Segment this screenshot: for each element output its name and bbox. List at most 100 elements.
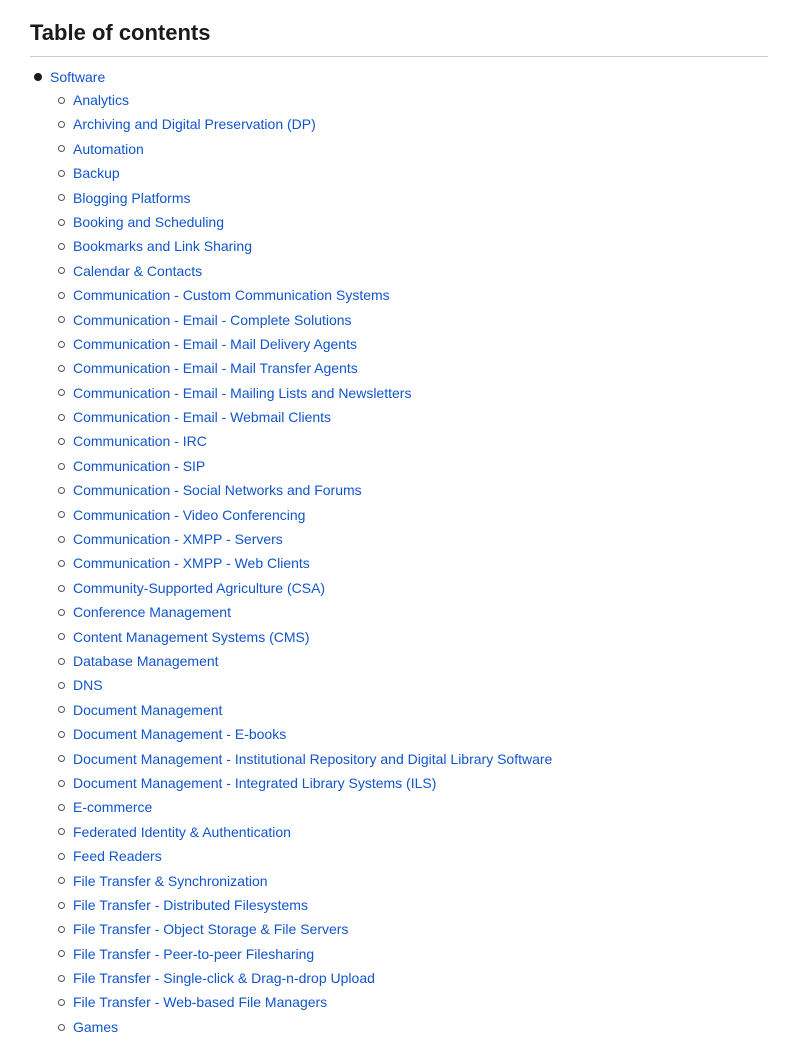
sub-item-link[interactable]: Community-Supported Agriculture (CSA) — [73, 577, 325, 599]
sub-item-link[interactable]: Blogging Platforms — [73, 187, 191, 209]
sub-item-link[interactable]: Calendar & Contacts — [73, 260, 202, 282]
sub-item-link[interactable]: Communication - Custom Communication Sys… — [73, 284, 390, 306]
list-item: File Transfer - Object Storage & File Se… — [58, 918, 768, 940]
sub-item-link[interactable]: Communication - SIP — [73, 455, 205, 477]
page-title: Table of contents — [30, 20, 768, 57]
list-item: Communication - SIP — [58, 455, 768, 477]
bullet-hollow-icon — [58, 609, 65, 616]
list-item: Database Management — [58, 650, 768, 672]
list-item: Communication - Email - Webmail Clients — [58, 406, 768, 428]
bullet-hollow-icon — [58, 463, 65, 470]
bullet-hollow-icon — [58, 511, 65, 518]
bullet-hollow-icon — [58, 97, 65, 104]
bullet-hollow-icon — [58, 828, 65, 835]
sub-item-link[interactable]: Document Management - Institutional Repo… — [73, 748, 552, 770]
sub-item-link[interactable]: E-commerce — [73, 796, 152, 818]
sub-item-link[interactable]: Archiving and Digital Preservation (DP) — [73, 113, 316, 135]
bullet-hollow-icon — [58, 731, 65, 738]
top-level-item: Software AnalyticsArchiving and Digital P… — [30, 69, 768, 1038]
sub-item-link[interactable]: Communication - Email - Complete Solutio… — [73, 309, 352, 331]
bullet-hollow-icon — [58, 755, 65, 762]
sub-item-link[interactable]: File Transfer - Peer-to-peer Filesharing — [73, 943, 314, 965]
list-item: Communication - IRC — [58, 430, 768, 452]
list-item: File Transfer - Web-based File Managers — [58, 991, 768, 1013]
list-item: Document Management - E-books — [58, 723, 768, 745]
sub-item-link[interactable]: Communication - Email - Webmail Clients — [73, 406, 331, 428]
list-item: Archiving and Digital Preservation (DP) — [58, 113, 768, 135]
list-item: Conference Management — [58, 601, 768, 623]
list-item: Communication - Email - Complete Solutio… — [58, 309, 768, 331]
bullet-hollow-icon — [58, 243, 65, 250]
bullet-hollow-icon — [58, 267, 65, 274]
sub-item-link[interactable]: Communication - Video Conferencing — [73, 504, 305, 526]
list-item: Communication - Email - Mail Transfer Ag… — [58, 357, 768, 379]
top-level-link[interactable]: Software — [50, 69, 105, 85]
list-item: File Transfer - Single-click & Drag-n-dr… — [58, 967, 768, 989]
sub-item-link[interactable]: File Transfer - Object Storage & File Se… — [73, 918, 348, 940]
sub-item-link[interactable]: Content Management Systems (CMS) — [73, 626, 310, 648]
list-item: Communication - Video Conferencing — [58, 504, 768, 526]
sub-item-link[interactable]: Communication - XMPP - Web Clients — [73, 552, 310, 574]
sub-item-link[interactable]: Backup — [73, 162, 120, 184]
bullet-hollow-icon — [58, 780, 65, 787]
bullet-hollow-icon — [58, 585, 65, 592]
list-item: Games — [58, 1016, 768, 1038]
bullet-hollow-icon — [58, 219, 65, 226]
sub-item-link[interactable]: Automation — [73, 138, 144, 160]
sub-item-link[interactable]: Federated Identity & Authentication — [73, 821, 291, 843]
list-item: Feed Readers — [58, 845, 768, 867]
list-item: Communication - Email - Mail Delivery Ag… — [58, 333, 768, 355]
sub-item-link[interactable]: Database Management — [73, 650, 219, 672]
sub-list: AnalyticsArchiving and Digital Preservat… — [58, 89, 768, 1038]
bullet-hollow-icon — [58, 975, 65, 982]
sub-item-link[interactable]: Communication - Email - Mail Delivery Ag… — [73, 333, 357, 355]
list-item: Content Management Systems (CMS) — [58, 626, 768, 648]
sub-item-link[interactable]: DNS — [73, 674, 103, 696]
list-item: Document Management - Integrated Library… — [58, 772, 768, 794]
bullet-hollow-icon — [58, 804, 65, 811]
bullet-hollow-icon — [58, 682, 65, 689]
sub-item-link[interactable]: Communication - Social Networks and Foru… — [73, 479, 362, 501]
sub-item-link[interactable]: Games — [73, 1016, 118, 1038]
bullet-hollow-icon — [58, 999, 65, 1006]
sub-item-link[interactable]: Feed Readers — [73, 845, 162, 867]
list-item: Automation — [58, 138, 768, 160]
bullet-hollow-icon — [58, 316, 65, 323]
sub-item-link[interactable]: Communication - IRC — [73, 430, 207, 452]
sub-item-link[interactable]: File Transfer - Single-click & Drag-n-dr… — [73, 967, 375, 989]
bullet-hollow-icon — [58, 706, 65, 713]
list-item: Communication - Email - Mailing Lists an… — [58, 382, 768, 404]
list-item: Document Management — [58, 699, 768, 721]
list-item: Communication - XMPP - Web Clients — [58, 552, 768, 574]
list-item: Booking and Scheduling — [58, 211, 768, 233]
bullet-hollow-icon — [58, 902, 65, 909]
bullet-hollow-icon — [58, 389, 65, 396]
sub-item-link[interactable]: Document Management - E-books — [73, 723, 286, 745]
sub-item-link[interactable]: File Transfer - Web-based File Managers — [73, 991, 327, 1013]
bullet-hollow-icon — [58, 487, 65, 494]
list-item: Bookmarks and Link Sharing — [58, 235, 768, 257]
list-item: Community-Supported Agriculture (CSA) — [58, 577, 768, 599]
sub-item-link[interactable]: Bookmarks and Link Sharing — [73, 235, 252, 257]
bullet-hollow-icon — [58, 341, 65, 348]
sub-item-link[interactable]: Document Management - Integrated Library… — [73, 772, 436, 794]
list-item: Communication - XMPP - Servers — [58, 528, 768, 550]
sub-item-link[interactable]: Communication - Email - Mailing Lists an… — [73, 382, 411, 404]
sub-item-link[interactable]: Booking and Scheduling — [73, 211, 224, 233]
sub-item-link[interactable]: Communication - XMPP - Servers — [73, 528, 283, 550]
list-item: Federated Identity & Authentication — [58, 821, 768, 843]
toc-list: Software AnalyticsArchiving and Digital P… — [30, 69, 768, 1038]
sub-item-link[interactable]: Analytics — [73, 89, 129, 111]
sub-item-link[interactable]: Document Management — [73, 699, 222, 721]
list-item: File Transfer - Distributed Filesystems — [58, 894, 768, 916]
bullet-hollow-icon — [58, 633, 65, 640]
list-item: E-commerce — [58, 796, 768, 818]
sub-item-link[interactable]: File Transfer - Distributed Filesystems — [73, 894, 308, 916]
sub-item-link[interactable]: Conference Management — [73, 601, 231, 623]
bullet-hollow-icon — [58, 1024, 65, 1031]
bullet-hollow-icon — [58, 365, 65, 372]
sub-item-link[interactable]: Communication - Email - Mail Transfer Ag… — [73, 357, 358, 379]
bullet-hollow-icon — [58, 536, 65, 543]
list-item: File Transfer & Synchronization — [58, 870, 768, 892]
sub-item-link[interactable]: File Transfer & Synchronization — [73, 870, 268, 892]
